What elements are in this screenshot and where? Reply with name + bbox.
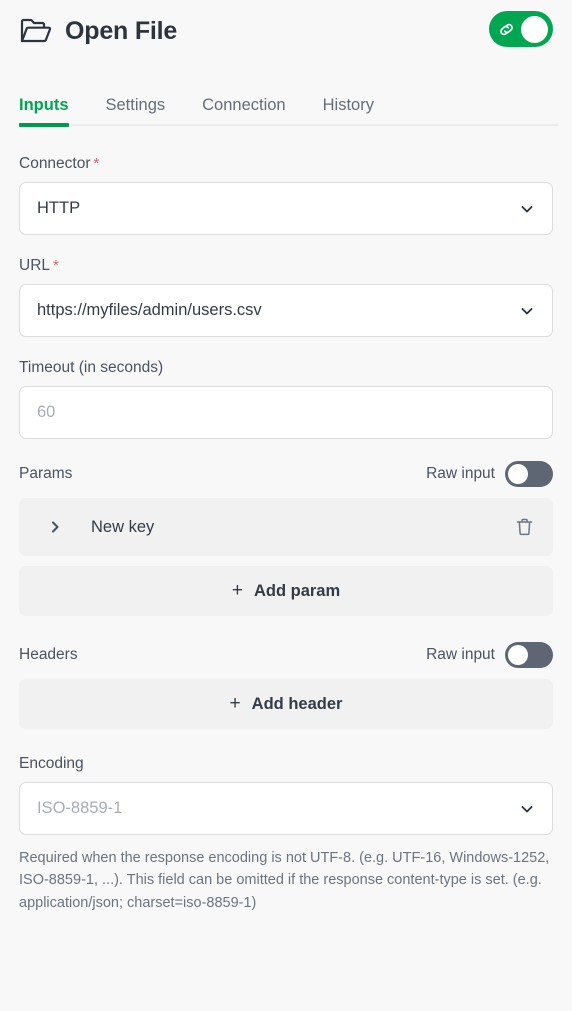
trash-icon[interactable] (513, 516, 535, 538)
tab-inputs-label: Inputs (19, 96, 69, 114)
encoding-placeholder: ISO-8859-1 (37, 799, 123, 817)
params-raw-input-label: Raw input (426, 465, 495, 482)
chevron-down-icon (518, 200, 536, 218)
link-chain-icon (496, 19, 516, 39)
tab-history-label: History (322, 96, 374, 114)
timeout-label: Timeout (in seconds) (19, 359, 164, 376)
tab-connection[interactable]: Connection (202, 96, 285, 126)
url-label-text: URL (19, 257, 51, 274)
param-key-label: New key (91, 517, 155, 536)
tab-settings-label: Settings (105, 96, 166, 114)
params-section-header: Params Raw input (19, 461, 553, 487)
inputs-form: Connector * HTTP URL * https://myfiles/adm… (0, 155, 572, 914)
tab-settings[interactable]: Settings (106, 96, 166, 126)
encoding-label: Encoding (19, 755, 84, 772)
chevron-down-icon (518, 302, 536, 320)
add-header-label: Add header (251, 694, 343, 713)
timeout-input[interactable]: 60 (19, 386, 553, 439)
connector-label-text: Connector (19, 155, 91, 172)
toggle-knob (508, 464, 528, 484)
toggle-knob (508, 645, 528, 665)
params-raw-input-group: Raw input (426, 461, 553, 487)
url-label: URL * (19, 257, 553, 275)
tab-inputs[interactable]: Inputs (19, 96, 69, 127)
headers-title: Headers (19, 646, 78, 663)
toggle-knob (521, 15, 548, 43)
connector-required-marker: * (93, 155, 100, 172)
url-required-marker: * (53, 257, 59, 274)
url-select[interactable]: https://myfiles/admin/users.csv (19, 284, 553, 337)
add-header-button[interactable]: + Add header (19, 679, 553, 729)
page-title: Open File (65, 16, 178, 45)
encoding-help-text: Required when the response encoding is n… (19, 850, 550, 911)
timeout-placeholder: 60 (37, 403, 56, 421)
headers-section-header: Headers Raw input (19, 642, 553, 668)
param-row[interactable]: New key (19, 498, 553, 556)
connection-toggle[interactable] (489, 11, 553, 47)
add-param-button[interactable]: + Add param (19, 566, 553, 616)
url-value: https://myfiles/admin/users.csv (37, 301, 262, 319)
open-folder-icon (19, 16, 53, 46)
headers-raw-input-label: Raw input (426, 646, 495, 663)
tab-connection-label: Connection (202, 96, 286, 114)
headers-raw-input-group: Raw input (426, 642, 553, 668)
chevron-down-icon (518, 800, 536, 818)
connector-label: Connector * (19, 155, 553, 173)
connector-value: HTTP (37, 199, 81, 217)
tab-history[interactable]: History (323, 96, 374, 126)
connector-select[interactable]: HTTP (19, 182, 553, 235)
encoding-select[interactable]: ISO-8859-1 (19, 782, 553, 835)
tab-bar: Inputs Settings Connection History (0, 78, 572, 127)
chevron-right-icon[interactable] (47, 519, 63, 535)
add-param-label: Add param (253, 581, 341, 600)
plus-icon: + (231, 579, 243, 601)
headers-raw-input-toggle[interactable] (505, 642, 553, 668)
params-title: Params (19, 465, 73, 482)
plus-icon: + (229, 692, 241, 714)
page-header: Open File (0, 0, 572, 62)
params-raw-input-toggle[interactable] (505, 461, 553, 487)
